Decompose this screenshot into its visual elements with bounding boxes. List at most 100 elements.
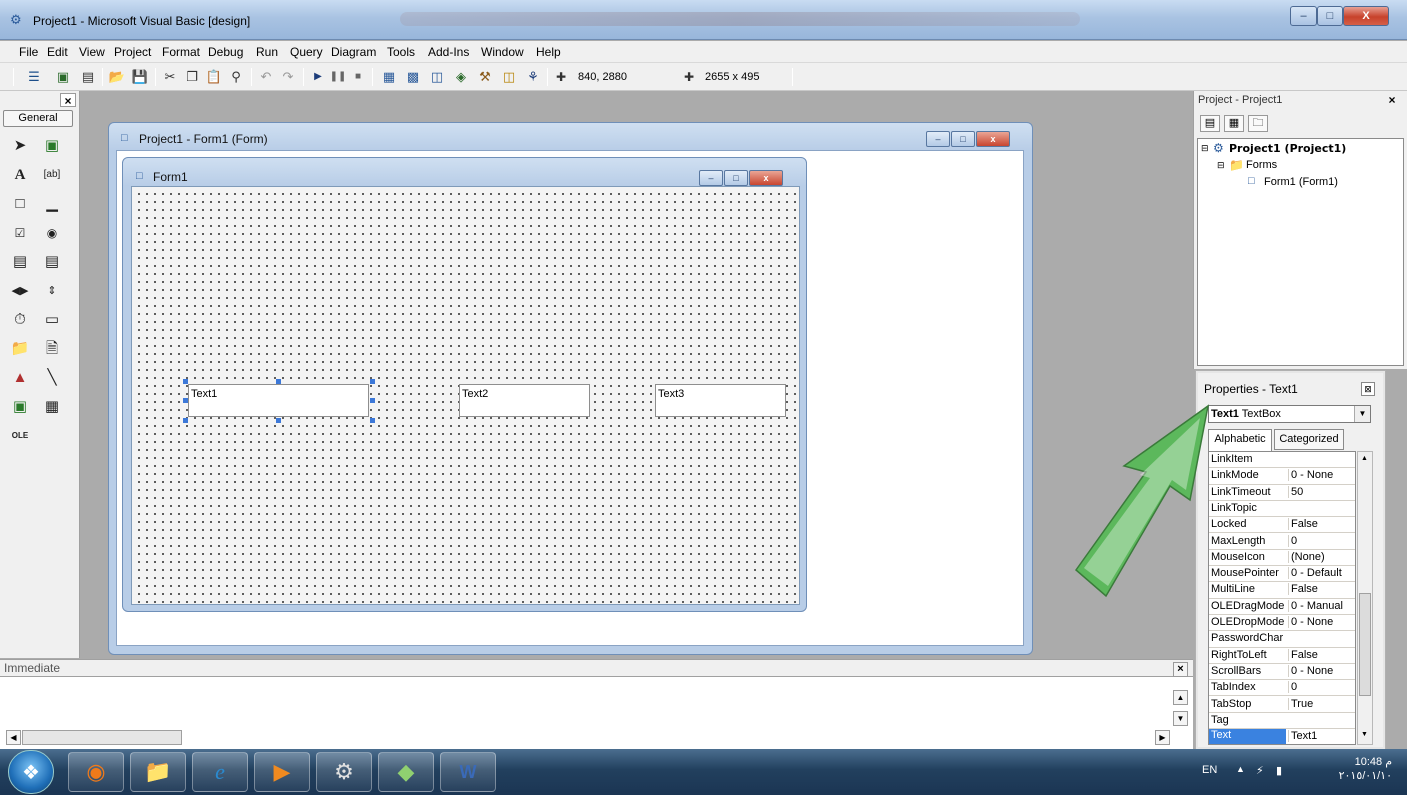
- menu-file[interactable]: File: [19, 45, 38, 59]
- menu-add-ins[interactable]: Add-Ins: [428, 45, 469, 59]
- property-scrollbar[interactable]: ▲ ▼: [1357, 451, 1373, 745]
- selection-handle[interactable]: [370, 379, 375, 384]
- selection-handle[interactable]: [370, 398, 375, 403]
- form-layout-icon[interactable]: ◫: [426, 67, 448, 87]
- property-row[interactable]: Tag: [1209, 713, 1355, 730]
- scroll-down-icon[interactable]: ▼: [1173, 711, 1188, 726]
- menu-window[interactable]: Window: [481, 45, 524, 59]
- project-explorer-close-icon[interactable]: ×: [1384, 93, 1400, 107]
- text2-textbox[interactable]: Text2: [459, 384, 590, 417]
- label-tool-icon[interactable]: A: [8, 164, 32, 186]
- start-icon[interactable]: ▶: [309, 67, 327, 87]
- menu-project[interactable]: Project: [114, 45, 151, 59]
- cut-icon[interactable]: ✂: [160, 67, 180, 87]
- add-project-icon[interactable]: ☰: [22, 67, 46, 87]
- firefox-icon[interactable]: ◉: [68, 752, 124, 792]
- toolbox-icon[interactable]: ⚒: [474, 67, 496, 87]
- language-indicator[interactable]: EN: [1202, 764, 1217, 776]
- properties-close-icon[interactable]: ⊠: [1361, 382, 1375, 396]
- scroll-down-icon[interactable]: ▼: [1361, 731, 1368, 738]
- minimize-button[interactable]: –: [1290, 6, 1317, 26]
- property-value[interactable]: False: [1288, 648, 1355, 661]
- media-player-icon[interactable]: ▶: [254, 752, 310, 792]
- selection-handle[interactable]: [276, 418, 281, 423]
- property-value[interactable]: 0: [1288, 681, 1355, 694]
- toggle-folders-icon[interactable]: 🗀: [1248, 115, 1268, 132]
- view-object-icon[interactable]: ▦: [1224, 115, 1244, 132]
- property-row[interactable]: TabIndex 0: [1209, 680, 1355, 697]
- property-row[interactable]: LinkItem: [1209, 452, 1355, 469]
- tree-project-node[interactable]: Project1 (Project1): [1229, 142, 1346, 155]
- property-value[interactable]: 0 - Default: [1288, 567, 1355, 580]
- property-row[interactable]: OLEDropMode 0 - None: [1209, 615, 1355, 632]
- component-manager-icon[interactable]: ⚘: [522, 67, 544, 87]
- checkbox-tool-icon[interactable]: ☑: [8, 222, 32, 244]
- property-value[interactable]: 0: [1288, 534, 1355, 547]
- timer-tool-icon[interactable]: ⏱: [8, 309, 32, 331]
- form1-minimize-button[interactable]: –: [699, 170, 723, 186]
- immediate-window[interactable]: Immediate × ▲ ▼ ▶ ◀: [0, 659, 1193, 749]
- pointer-tool-icon[interactable]: ➤: [8, 135, 32, 157]
- ole-tool-icon[interactable]: OLE: [8, 425, 32, 447]
- start-button[interactable]: ❖: [8, 750, 54, 794]
- selection-handle[interactable]: [276, 379, 281, 384]
- property-value[interactable]: 0 - None: [1288, 664, 1355, 677]
- designer-restore-button[interactable]: □: [951, 131, 975, 147]
- toolbox-general-tab[interactable]: General: [3, 110, 73, 127]
- power-icon[interactable]: ⚡: [1256, 764, 1264, 777]
- menu-help[interactable]: Help: [536, 45, 561, 59]
- system-clock[interactable]: 10:48 م ٢٠١٥/٠١/١٠: [1336, 755, 1392, 783]
- line-tool-icon[interactable]: ╲: [40, 367, 64, 389]
- tray-expand-icon[interactable]: ▲: [1236, 764, 1245, 774]
- menu-diagram[interactable]: Diagram: [331, 45, 376, 59]
- signal-icon[interactable]: ▮: [1276, 764, 1282, 777]
- property-value[interactable]: False: [1288, 518, 1355, 531]
- menu-query[interactable]: Query: [290, 45, 323, 59]
- textbox-tool-icon[interactable]: [ab]: [40, 164, 64, 186]
- property-value[interactable]: False: [1288, 583, 1355, 596]
- menu-view[interactable]: View: [79, 45, 105, 59]
- property-row[interactable]: MaxLength 0: [1209, 534, 1355, 550]
- optionbutton-tool-icon[interactable]: ◉: [40, 222, 64, 244]
- menu-edit[interactable]: Edit: [47, 45, 68, 59]
- file-explorer-icon[interactable]: 📁: [130, 752, 186, 792]
- project-explorer-icon[interactable]: ▦: [378, 67, 400, 87]
- hscrollbar-tool-icon[interactable]: ◀▶: [8, 280, 32, 302]
- tree-form1-node[interactable]: Form1 (Form1): [1264, 176, 1338, 188]
- form1-maximize-button[interactable]: □: [724, 170, 748, 186]
- title-bar[interactable]: ⚙ Project1 - Microsoft Visual Basic [des…: [0, 0, 1407, 40]
- property-value[interactable]: 0 - Manual: [1288, 599, 1355, 612]
- property-value[interactable]: True: [1288, 697, 1355, 710]
- save-icon[interactable]: 💾: [130, 67, 150, 87]
- menu-debug[interactable]: Debug: [208, 45, 243, 59]
- dirlistbox-tool-icon[interactable]: 📁: [8, 338, 32, 360]
- property-value[interactable]: 0 - None: [1288, 469, 1355, 482]
- property-value[interactable]: 50: [1288, 485, 1355, 498]
- tree-forms-folder[interactable]: Forms: [1246, 159, 1277, 171]
- property-value[interactable]: 0 - None: [1288, 616, 1355, 628]
- data-view-icon[interactable]: ◫: [498, 67, 520, 87]
- property-row[interactable]: RightToLeft False: [1209, 648, 1355, 664]
- data-tool-icon[interactable]: ▦: [40, 396, 64, 418]
- property-row[interactable]: MultiLine False: [1209, 582, 1355, 599]
- designer-minimize-button[interactable]: –: [926, 131, 950, 147]
- scroll-left-icon[interactable]: ◀: [6, 730, 21, 745]
- close-button[interactable]: X: [1343, 6, 1389, 26]
- tree-collapse-icon[interactable]: ⊟: [1201, 143, 1209, 154]
- properties-window-icon[interactable]: ▩: [402, 67, 424, 87]
- scroll-up-icon[interactable]: ▲: [1361, 455, 1368, 462]
- selection-handle[interactable]: [183, 398, 188, 403]
- designer-close-button[interactable]: x: [976, 131, 1010, 147]
- picturebox-tool-icon[interactable]: ▣: [40, 135, 64, 157]
- property-row[interactable]: Locked False: [1209, 517, 1355, 534]
- add-form-icon[interactable]: ▣: [52, 67, 74, 87]
- object-selector[interactable]: Text1 TextBox ▼: [1208, 405, 1371, 423]
- horizontal-scroll-thumb[interactable]: [22, 730, 182, 745]
- property-row[interactable]: MouseIcon (None): [1209, 550, 1355, 567]
- redo-icon[interactable]: ↷: [278, 67, 298, 87]
- internet-explorer-icon[interactable]: e: [192, 752, 248, 792]
- menu-format[interactable]: Format: [162, 45, 200, 59]
- frame-tool-icon[interactable]: □: [8, 193, 32, 215]
- combobox-tool-icon[interactable]: ▤: [8, 251, 32, 273]
- break-icon[interactable]: ❚❚: [329, 67, 347, 87]
